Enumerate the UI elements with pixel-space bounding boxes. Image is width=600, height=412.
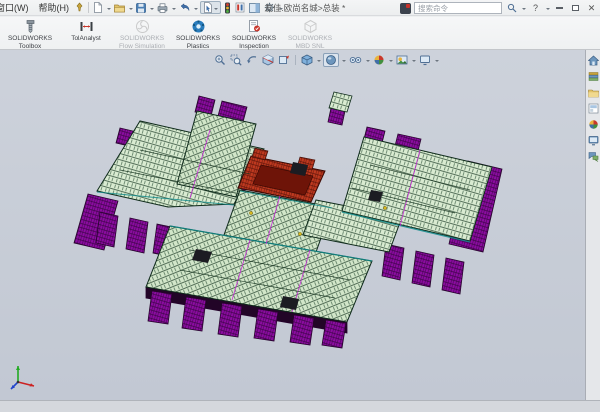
tolanalyst-icon	[79, 19, 94, 34]
title-bar: 窗口(W) 帮助(H)	[0, 0, 600, 16]
apply-scene-icon[interactable]	[395, 53, 409, 67]
save-icon[interactable]	[135, 1, 147, 15]
titlebar-right-cluster: ? ✕	[400, 1, 598, 15]
ribbon-flow-simulation: SOLIDWORKS Flow Simulation	[114, 18, 170, 50]
task-pane-strip	[585, 50, 600, 400]
open-folder-icon[interactable]	[113, 1, 126, 15]
ribbon-tolanalyst[interactable]: TolAnalyst	[58, 18, 114, 43]
view-orientation-caret-icon[interactable]	[317, 60, 321, 64]
solidworks-window: 窗口(W) 帮助(H)	[0, 0, 600, 412]
display-pane-icon[interactable]	[248, 1, 261, 15]
ribbon-solidworks-toolbox[interactable]: SOLIDWORKS Toolbox	[2, 18, 58, 50]
help-caret-icon[interactable]	[546, 8, 550, 12]
restore-button[interactable]	[569, 2, 582, 14]
print-caret-icon[interactable]	[172, 8, 176, 12]
model-roof-blocklet	[329, 92, 352, 112]
appearances-scenes-icon[interactable]	[587, 118, 600, 131]
apply-scene-caret-icon[interactable]	[412, 60, 416, 64]
hud-separator	[295, 55, 296, 65]
search-caret-icon[interactable]	[522, 8, 526, 12]
mbd-cube-icon	[303, 19, 318, 34]
ribbon-label: SOLIDWORKS Flow Simulation	[114, 35, 170, 50]
flow-simulation-icon	[135, 19, 150, 34]
zoom-to-area-icon[interactable]	[229, 53, 243, 67]
menu-help[interactable]: 帮助(H)	[34, 1, 75, 14]
view-palette-icon[interactable]	[587, 102, 600, 115]
display-style-button[interactable]	[323, 53, 339, 67]
ribbon-label: SOLIDWORKS MBD SNL	[282, 35, 338, 50]
model-canvas[interactable]	[0, 50, 600, 400]
view-settings-icon[interactable]	[418, 53, 432, 67]
undo-caret-icon[interactable]	[194, 8, 198, 12]
status-bar	[0, 400, 600, 412]
ribbon-solidworks-inspection[interactable]: SOLIDWORKS Inspection	[226, 18, 282, 50]
inspection-icon	[247, 19, 262, 34]
new-document-icon[interactable]	[92, 1, 104, 15]
ribbon-label: TolAnalyst	[71, 35, 101, 43]
ribbon-solidworks-plastics[interactable]: SOLIDWORKS Plastics	[170, 18, 226, 50]
standard-toolbar	[92, 1, 283, 15]
coordinate-triad	[8, 358, 42, 390]
toolbox-bolt-icon	[23, 19, 38, 34]
edit-appearance-caret-icon[interactable]	[389, 60, 393, 64]
rebuild-traffic-light-icon[interactable]	[223, 1, 232, 15]
edit-appearance-icon[interactable]	[372, 53, 386, 67]
file-properties-icon[interactable]	[234, 1, 246, 15]
plastics-icon	[191, 19, 206, 34]
hide-show-caret-icon[interactable]	[366, 60, 370, 64]
pin-icon[interactable]	[74, 1, 85, 15]
command-manager-ribbon: SOLIDWORKS Toolbox TolAnalyst SOLIDWORKS…	[0, 17, 600, 50]
help-button[interactable]: ?	[529, 2, 542, 14]
open-caret-icon[interactable]	[129, 8, 133, 12]
custom-properties-icon[interactable]	[587, 134, 600, 147]
3d-drawing-view-icon[interactable]	[277, 53, 291, 67]
new-caret-icon[interactable]	[107, 8, 111, 12]
view-orientation-icon[interactable]	[300, 53, 314, 67]
minimize-button[interactable]	[553, 2, 566, 14]
previous-view-icon[interactable]	[245, 53, 259, 67]
display-style-caret-icon[interactable]	[342, 60, 346, 64]
select-caret-icon[interactable]	[214, 8, 218, 12]
hide-show-items-icon[interactable]	[348, 53, 363, 67]
ribbon-label: SOLIDWORKS Toolbox	[2, 35, 58, 50]
solidworks-resources-home-icon[interactable]	[587, 54, 600, 67]
section-view-icon[interactable]	[261, 53, 275, 67]
print-icon[interactable]	[156, 1, 169, 15]
save-caret-icon[interactable]	[150, 8, 154, 12]
view-settings-caret-icon[interactable]	[435, 60, 439, 64]
zoom-to-fit-icon[interactable]	[213, 53, 227, 67]
graphics-viewport[interactable]	[0, 50, 600, 400]
ribbon-label: SOLIDWORKS Inspection	[226, 35, 282, 50]
file-explorer-folder-icon[interactable]	[587, 86, 600, 99]
ribbon-mbd-snl: SOLIDWORKS MBD SNL	[282, 18, 338, 50]
search-magnifier-icon[interactable]	[505, 2, 518, 14]
select-button[interactable]	[200, 1, 221, 14]
undo-icon[interactable]	[178, 1, 191, 15]
document-title: 友佳.欧尚名城>总装 *	[264, 2, 345, 14]
ribbon-label: SOLIDWORKS Plastics	[170, 35, 226, 50]
heads-up-toolbar	[213, 53, 439, 67]
solidworks-logo-icon[interactable]	[400, 3, 411, 14]
design-library-icon[interactable]	[587, 70, 600, 83]
search-input[interactable]	[414, 2, 502, 14]
solidworks-forum-icon[interactable]	[587, 150, 600, 163]
close-button[interactable]: ✕	[585, 2, 598, 14]
menu-window[interactable]: 窗口(W)	[0, 1, 34, 14]
toolbar-separator	[88, 2, 89, 13]
